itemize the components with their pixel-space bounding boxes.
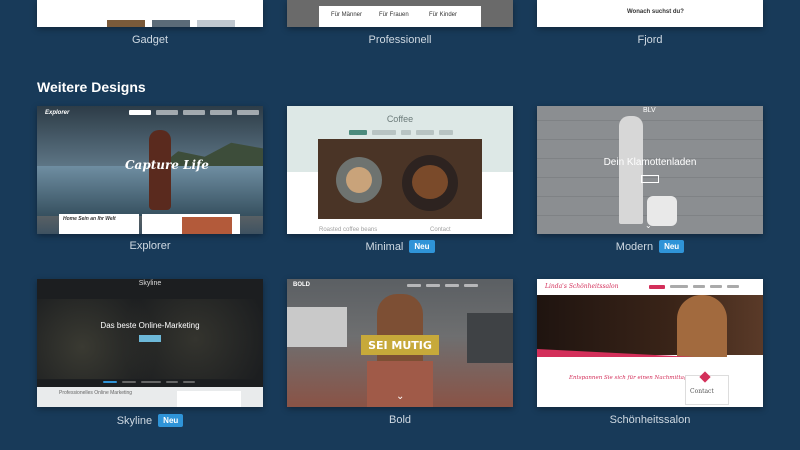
design-caption-gadget: Gadget [131,34,169,46]
hero-image [537,295,763,357]
design-card-professionell[interactable]: Für Männer Für Frauen Für Kinder [287,0,513,27]
latte-art [346,167,372,193]
brand-logo: Linda's Schönheitssalon [545,283,619,290]
design-caption-fjord: Fjord [637,34,663,46]
hero-button [139,335,161,342]
design-caption-bold: Bold [388,414,412,426]
site-nav [407,284,478,287]
brand-logo: Explorer [45,110,70,116]
design-caption-professionell: Professionell [368,34,432,46]
site-nav [649,285,739,289]
hero-person [619,116,643,224]
thumb-image [197,20,235,27]
tab-maenner: Für Männer [331,12,363,18]
design-card-skyline[interactable]: Skyline Das beste Online-Marketing Profe… [37,279,263,407]
design-card-gadget[interactable] [37,0,263,27]
design-caption-minimal: Minimal Neu [287,240,513,253]
design-card-schoenheitssalon[interactable]: Linda's Schönheitssalon Entspannen Sie s… [537,279,763,407]
brand-logo: BOLD [293,282,310,288]
pastry [412,165,448,199]
design-card-explorer[interactable]: Explorer Capture Life Home Sein an Ihr W… [37,106,263,234]
design-card-modern[interactable]: BLV Dein Klamottenladen ⌄ [537,106,763,234]
design-caption-explorer: Explorer [129,240,171,252]
tab-kinder: Für Kinder [429,12,458,18]
brand-logo: BLV [643,107,656,114]
site-nav [103,381,195,383]
design-card-minimal[interactable]: Coffee Roasted coffee beans Contact [287,106,513,234]
content-area: Professionelles Online Marketing [37,387,263,407]
thumb-image [107,20,145,27]
bg-car-2 [467,313,513,363]
hero-person [677,295,727,357]
design-caption-modern: Modern Neu [537,240,763,253]
site-nav [129,110,259,115]
new-badge: Neu [659,240,685,253]
tab-frauen: Für Frauen [379,12,409,18]
brand-logo: Skyline [138,280,162,287]
thumb-image [152,20,190,27]
hero-title: Dein Klamottenladen [603,157,697,168]
hero-title: SEI MUTIG [368,338,432,352]
hero-button [641,175,659,183]
chevron-down-icon: ⌄ [396,391,405,402]
fjord-search-text: Wonach suchst du? [627,9,684,15]
chevron-down-icon: ⌄ [645,221,652,230]
site-nav [349,130,453,135]
content-box-2 [142,214,240,234]
site-title: Coffee [386,114,414,124]
hero-title: Das beste Online-Marketing [100,321,200,330]
bg-car [287,307,347,347]
hero-title: Capture Life [125,158,209,172]
design-card-fjord[interactable]: Wonach suchst du? [537,0,763,27]
design-caption-schoenheitssalon: Schönheitssalon [609,414,691,426]
tab-bar: Für Männer Für Frauen Für Kinder [319,6,481,27]
contact-text: Contact [430,227,451,233]
new-badge: Neu [158,414,184,427]
footer-text: Roasted coffee beans [319,227,378,233]
design-card-bold[interactable]: BOLD SEI MUTIG ⌄ [287,279,513,407]
design-caption-skyline: Skyline Neu [37,414,263,427]
section-title: Weitere Designs [37,79,146,95]
content-box: Home Sein an Ihr Welt [59,214,139,234]
new-badge: Neu [409,240,435,253]
hero-banner: SEI MUTIG [361,335,439,355]
hero-tagline: Entspannen Sie sich für einen Nachmittag [569,375,688,381]
hero-image [318,139,482,219]
